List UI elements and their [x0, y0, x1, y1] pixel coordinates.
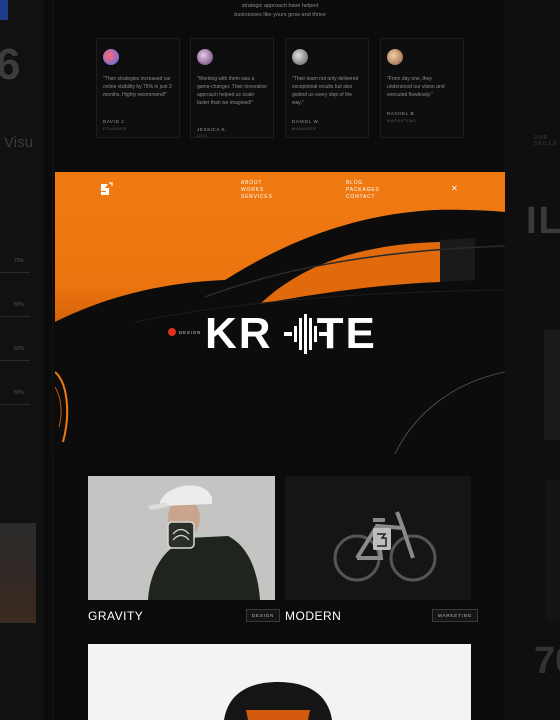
nav-link-services[interactable]: SERVICES — [241, 194, 273, 201]
nav-link-packages[interactable]: PACKAGES — [346, 187, 380, 194]
testimonial-card[interactable]: "Their team not only delivered exception… — [285, 38, 369, 138]
testimonial-card[interactable]: "Working with them was a game-changer. T… — [190, 38, 274, 138]
author-name: DANIEL W. — [292, 119, 320, 124]
person-photo — [88, 476, 275, 600]
author-role: CEO — [197, 133, 208, 138]
avatar — [292, 49, 308, 65]
nav-link-about[interactable]: ABOUT — [241, 180, 273, 187]
testimonials-intro: strategic approach have helped businesse… — [200, 2, 360, 20]
progress-divider — [0, 316, 30, 317]
design-tag: DESIGN — [168, 328, 201, 336]
preview-image — [546, 480, 560, 620]
project-title[interactable]: GRAVITY — [88, 609, 143, 623]
project-tag[interactable]: DESIGN — [246, 609, 281, 622]
progress-divider — [0, 360, 30, 361]
avatar — [387, 49, 403, 65]
stat-number: 70 — [534, 640, 560, 682]
primary-nav: ABOUT WORKS SERVICES — [241, 180, 273, 201]
soundwave-icon — [284, 314, 328, 354]
testimonial-quote: "Working with them was a game-changer. T… — [197, 76, 267, 106]
project-image-gravity[interactable] — [88, 476, 275, 600]
author-role: FOUNDER — [103, 126, 127, 131]
percent-label: 60% — [14, 346, 25, 352]
project-tag[interactable]: MARKETING — [432, 609, 478, 622]
testimonial-card[interactable]: "Their strategies increased our online v… — [96, 38, 180, 138]
section-heading-fragment: IL — [526, 200, 560, 242]
bicycle-photo — [285, 476, 471, 600]
tag-dot-icon — [168, 328, 176, 336]
avatar — [197, 49, 213, 65]
progress-divider — [0, 272, 30, 273]
percent-label: 80% — [14, 390, 25, 396]
stat-number: 6 — [0, 40, 21, 89]
project-title[interactable]: MODERN — [285, 609, 341, 623]
avatar — [103, 49, 119, 65]
testimonial-quote: "Their team not only delivered exception… — [292, 76, 359, 106]
nav-link-blog[interactable]: BLOG — [346, 180, 380, 187]
skills-label: OUR SKILLS — [534, 135, 557, 147]
accent-block — [0, 0, 8, 20]
author-role: MANAGER — [292, 126, 317, 131]
right-side-panel: OUR SKILLS IL 70 — [504, 0, 560, 720]
project-image-next[interactable] — [88, 644, 471, 720]
section-heading-fragment: Visu — [4, 134, 33, 151]
nav-link-contact[interactable]: CONTACT — [346, 194, 380, 201]
wordmark-left: KR — [205, 309, 273, 358]
brand-logo-icon[interactable] — [99, 182, 113, 198]
divider — [52, 0, 53, 720]
author-name: DAVID J. — [103, 119, 126, 124]
preview-image — [0, 523, 36, 623]
nav-link-works[interactable]: WORKS — [241, 187, 273, 194]
preview-image — [544, 330, 560, 440]
design-tag-label: DESIGN — [179, 329, 202, 335]
secondary-nav: BLOG PACKAGES CONTACT — [346, 180, 380, 201]
author-role: MARKETING — [387, 118, 417, 123]
progress-divider — [0, 404, 30, 405]
author-name: JESSICA K. — [197, 127, 228, 132]
author-name: RACHEL B. — [387, 111, 416, 116]
percent-label: 80% — [14, 302, 25, 308]
testimonial-card[interactable]: "From day one, they understood our visio… — [380, 38, 464, 138]
percent-label: 70% — [14, 258, 25, 264]
intro-line: strategic approach have helped — [241, 3, 319, 9]
helmet-photo — [88, 644, 471, 720]
menu-close-icon[interactable]: ✕ — [451, 184, 458, 193]
left-side-panel: 6 Visu 70% 80% 60% 80% — [0, 0, 44, 720]
project-image-modern[interactable] — [285, 476, 471, 600]
testimonial-quote: "Their strategies increased our online v… — [103, 76, 172, 98]
testimonial-quote: "From day one, they understood our visio… — [387, 76, 445, 98]
intro-line: businesses like yours grow and thrive — [234, 12, 326, 18]
hero-section: ABOUT WORKS SERVICES BLOG PACKAGES CONTA… — [55, 172, 505, 454]
